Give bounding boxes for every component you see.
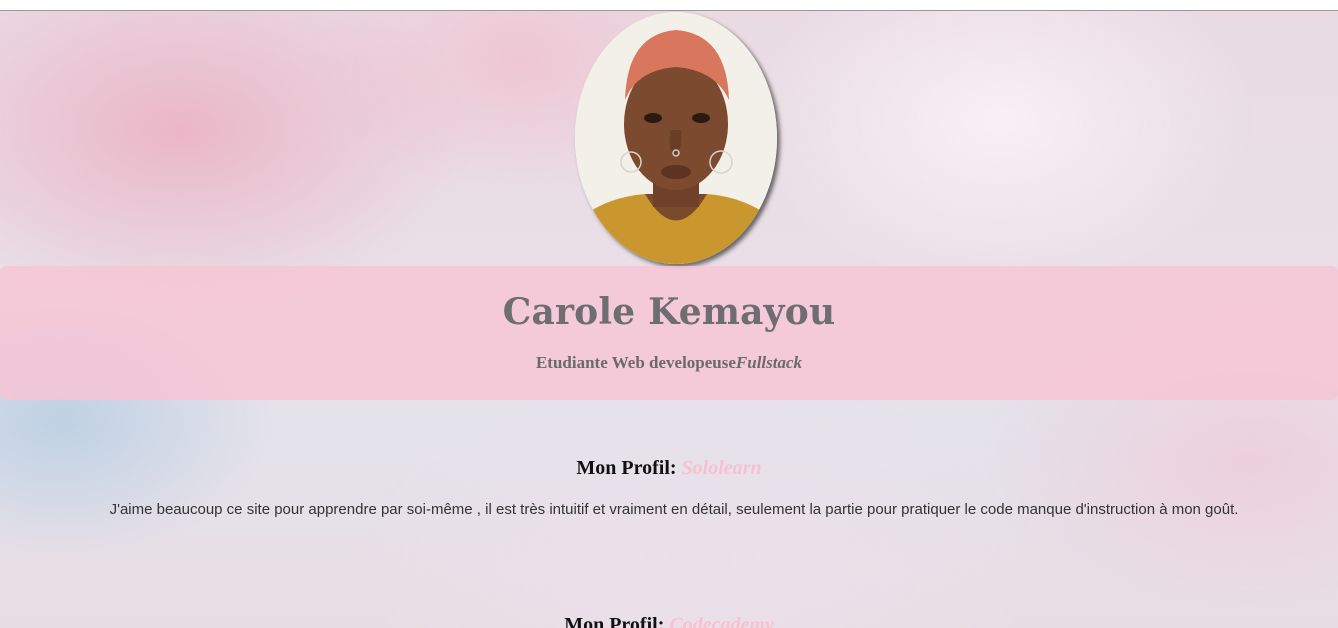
profile-photo (575, 12, 777, 264)
profile-banner (0, 266, 1338, 400)
profile-subtitle: Etudiante Web developeuseFullstack (0, 353, 1338, 373)
profile-heading-label: Mon Profil: (564, 614, 665, 628)
subtitle-emphasis: Fullstack (735, 353, 803, 372)
subtitle-main: Etudiante Web developeuse (535, 353, 736, 372)
codecademy-link[interactable]: Codecademy (669, 614, 773, 628)
profile-section-heading: Mon Profil: Sololearn (0, 457, 1338, 480)
sololearn-link[interactable]: Sololearn (682, 457, 762, 479)
top-divider (0, 10, 1338, 11)
profile-section-text: J'aime beaucoup ce site pour apprendre p… (109, 501, 1239, 518)
window-top-strip (0, 0, 1338, 10)
profile-section-heading: Mon Profil: Codecademy (0, 614, 1338, 628)
profile-photo-illustration (575, 12, 777, 264)
profile-name: Carole Kemayou (502, 291, 836, 333)
profile-heading-label: Mon Profil: (576, 457, 677, 479)
